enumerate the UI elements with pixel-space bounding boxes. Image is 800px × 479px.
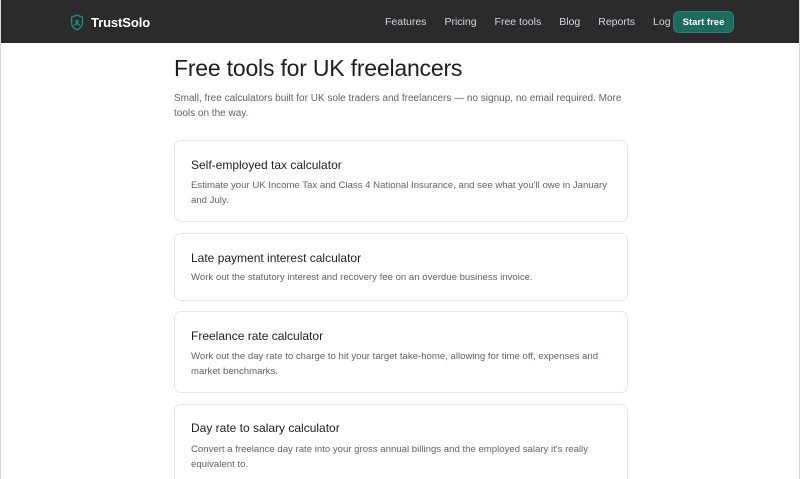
- page: TrustSolo Features Pricing Free tools Bl…: [0, 0, 800, 479]
- nav-link-blog[interactable]: Blog: [559, 16, 580, 28]
- tool-card-description: Work out the day rate to charge to hit y…: [191, 351, 599, 377]
- brand-logo-link[interactable]: TrustSolo: [70, 13, 150, 31]
- tool-card-self-employed-tax[interactable]: Self-employed tax calculator Estimate yo…: [174, 140, 628, 222]
- tool-card-title: Late payment interest calculator: [191, 251, 362, 265]
- shield-logo-icon: [70, 13, 84, 31]
- tool-card-day-rate-to-salary[interactable]: Day rate to salary calculator Convert a …: [174, 404, 628, 479]
- tool-card-late-payment-interest[interactable]: Late payment interest calculator Work ou…: [174, 233, 628, 301]
- nav-link-features[interactable]: Features: [385, 16, 426, 28]
- page-intro: Small, free calculators built for UK sol…: [174, 93, 622, 119]
- tool-card-description: Work out the statutory interest and reco…: [191, 272, 533, 283]
- tool-card-title: Freelance rate calculator: [191, 329, 324, 343]
- nav-link-pricing[interactable]: Pricing: [444, 16, 476, 28]
- top-nav: TrustSolo Features Pricing Free tools Bl…: [1, 0, 799, 43]
- tool-card-freelance-rate[interactable]: Freelance rate calculator Work out the d…: [174, 311, 628, 393]
- tool-card-description: Convert a freelance day rate into your g…: [191, 444, 588, 470]
- start-free-button[interactable]: Start free: [673, 11, 734, 33]
- nav-link-reports[interactable]: Reports: [598, 16, 635, 28]
- tool-card-title: Self-employed tax calculator: [191, 158, 342, 172]
- tool-card-title: Day rate to salary calculator: [191, 421, 340, 435]
- tool-card-description: Estimate your UK Income Tax and Class 4 …: [191, 180, 608, 206]
- page-title: Free tools for UK freelancers: [174, 55, 463, 81]
- nav-links: Features Pricing Free tools Blog Reports…: [385, 0, 682, 43]
- brand-name: TrustSolo: [91, 14, 151, 30]
- nav-link-free-tools[interactable]: Free tools: [495, 16, 542, 28]
